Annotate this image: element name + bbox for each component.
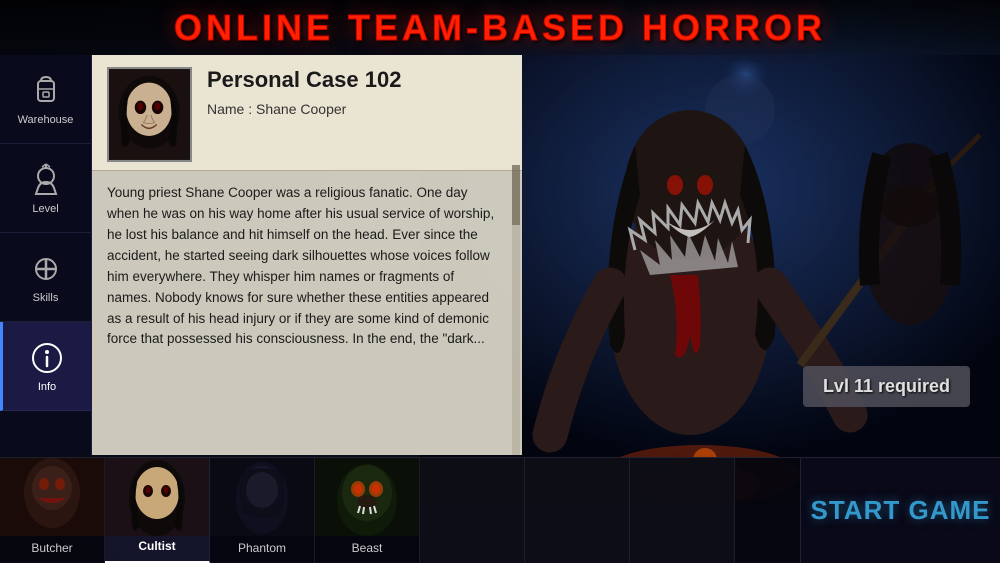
phantom-name: Phantom — [238, 541, 286, 555]
sidebar-item-skills[interactable]: Skills — [0, 233, 91, 322]
butcher-portrait — [0, 458, 104, 536]
char-slot-cultist[interactable]: Cultist — [105, 458, 210, 563]
sidebar-label-level: Level — [32, 203, 58, 215]
skills-icon — [27, 250, 65, 288]
backpack-icon — [27, 72, 65, 110]
content-panel: Personal Case 102 Name : Shane Cooper Yo… — [92, 55, 522, 455]
start-game-button[interactable]: START GAME — [800, 458, 1000, 563]
sidebar-label-info: Info — [38, 381, 56, 393]
char-portrait — [107, 67, 192, 162]
description-area: Young priest Shane Cooper was a religiou… — [92, 171, 522, 455]
sidebar-label-warehouse: Warehouse — [18, 114, 74, 126]
sidebar-label-skills: Skills — [33, 292, 59, 304]
level-icon — [27, 161, 65, 199]
scroll-thumb — [512, 165, 520, 225]
char-slot-empty-3 — [630, 458, 735, 563]
beast-name: Beast — [352, 541, 383, 555]
level-required-badge: Lvl 11 required — [803, 366, 970, 407]
character-slots: Butcher Cultist — [0, 458, 800, 562]
sidebar: Warehouse Level Skills — [0, 55, 92, 455]
main-title: ONLINE TEAM-BASED HORROR — [174, 7, 826, 49]
bottom-bar: Butcher Cultist — [0, 457, 1000, 562]
info-icon — [28, 339, 66, 377]
scroll-indicator[interactable] — [512, 165, 520, 455]
butcher-name: Butcher — [31, 541, 72, 555]
sidebar-item-level[interactable]: Level — [0, 144, 91, 233]
cultist-name: Cultist — [138, 539, 175, 553]
char-header: Personal Case 102 Name : Shane Cooper — [92, 55, 522, 171]
description-text: Young priest Shane Cooper was a religiou… — [107, 183, 502, 350]
char-slot-butcher[interactable]: Butcher — [0, 458, 105, 563]
cultist-portrait — [105, 458, 209, 536]
char-slot-phantom[interactable]: Phantom — [210, 458, 315, 563]
sidebar-item-info[interactable]: Info — [0, 322, 91, 411]
char-name: Name : Shane Cooper — [207, 101, 507, 117]
title-bar: ONLINE TEAM-BASED HORROR — [0, 0, 1000, 55]
char-slot-empty-2 — [525, 458, 630, 563]
sidebar-item-warehouse[interactable]: Warehouse — [0, 55, 91, 144]
char-slot-empty-1 — [420, 458, 525, 563]
beast-portrait — [315, 458, 419, 536]
phantom-portrait — [210, 458, 314, 536]
case-title: Personal Case 102 — [207, 67, 507, 93]
start-game-label: START GAME — [811, 495, 991, 526]
char-info: Personal Case 102 Name : Shane Cooper — [207, 67, 507, 117]
char-slot-beast[interactable]: Beast — [315, 458, 420, 563]
